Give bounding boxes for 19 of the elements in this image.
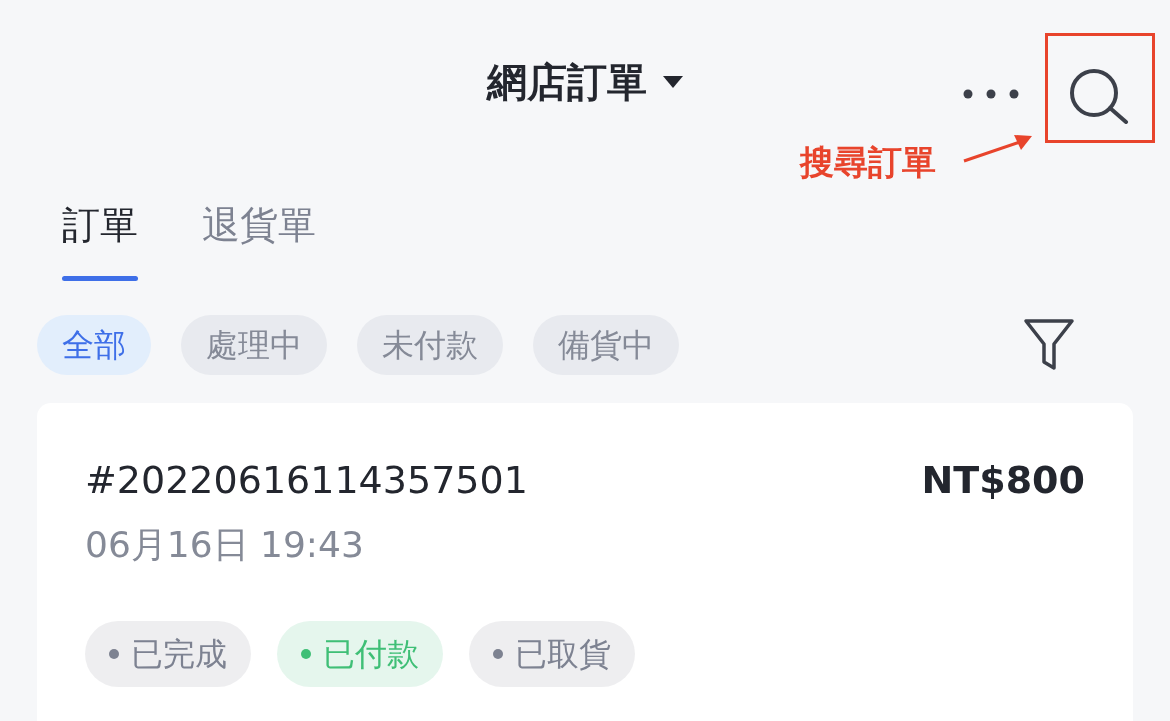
- order-number: #20220616114357501: [85, 461, 528, 499]
- order-card[interactable]: #20220616114357501 NT$800 06月16日 19:43 已完成 已付款 已取貨: [37, 403, 1133, 721]
- tab[interactable]: 訂單: [62, 186, 138, 284]
- order-amount: NT$800: [921, 461, 1085, 499]
- caret-down-icon[interactable]: [663, 76, 683, 88]
- filter-chip[interactable]: 全部: [37, 315, 151, 375]
- annotation-arrow: [962, 132, 1034, 164]
- more-icon[interactable]: [962, 88, 1020, 100]
- tab[interactable]: 退貨單: [202, 186, 316, 284]
- filter-chip[interactable]: 處理中: [181, 315, 327, 375]
- status-label: 已取貨: [515, 638, 611, 670]
- status-label: 已完成: [131, 638, 227, 670]
- filter-chip[interactable]: 未付款: [357, 315, 503, 375]
- filter-chip[interactable]: 備貨中: [533, 315, 679, 375]
- page-title: 網店訂單: [487, 62, 647, 102]
- filter-icon[interactable]: [1023, 318, 1075, 372]
- status-label: 已付款: [323, 638, 419, 670]
- order-date: 06月16日 19:43: [85, 527, 365, 563]
- annotation-label: 搜尋訂單: [800, 145, 936, 179]
